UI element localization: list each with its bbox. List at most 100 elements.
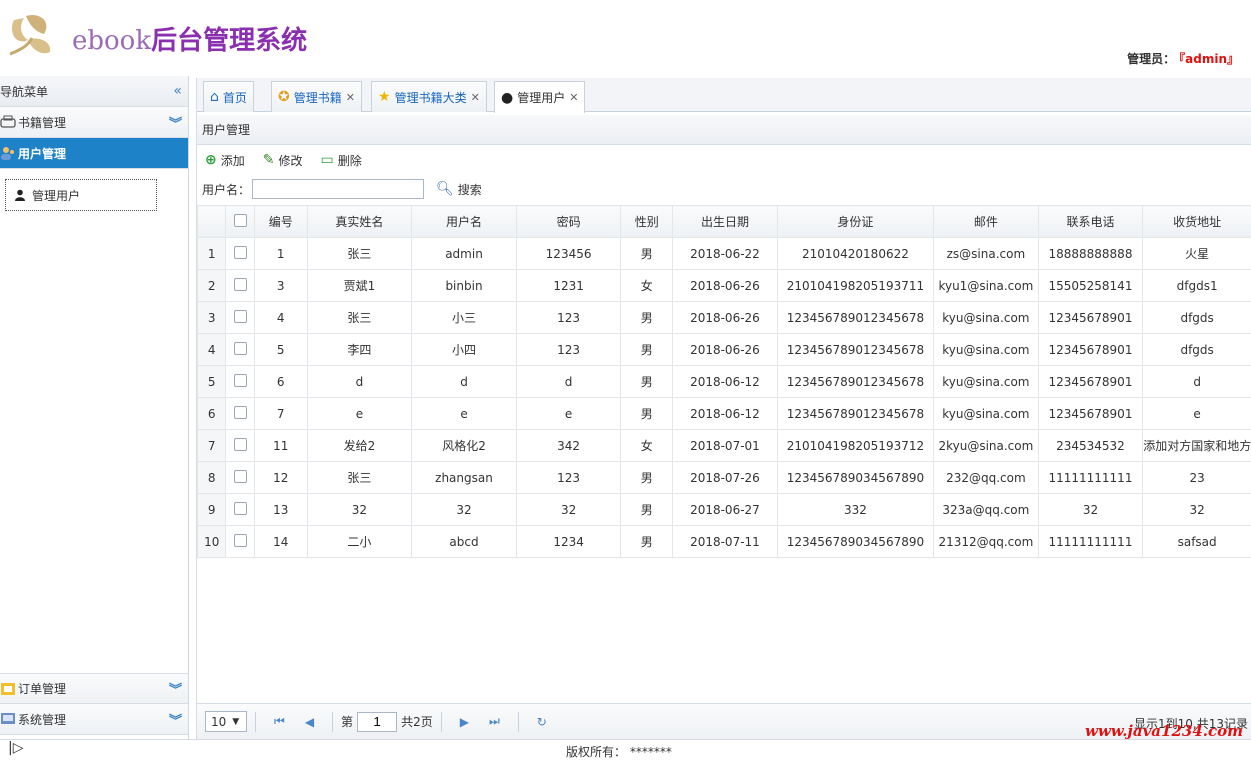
tab-manage-books[interactable]: ✪ 管理书籍 ✕ [271, 81, 362, 112]
table-row[interactable]: 711发给2风格化2342女2018-07-012101041982051937… [198, 430, 1251, 462]
table-cell: e [516, 398, 621, 430]
first-page-button[interactable]: ⏮ [274, 714, 285, 729]
table-row[interactable]: 812张三zhangsan123男2018-07-261234567890345… [198, 462, 1251, 494]
close-icon[interactable]: ✕ [569, 91, 578, 104]
table-cell: 2018-06-12 [673, 398, 778, 430]
search-button[interactable]: 🔍︎ 搜索 [436, 181, 482, 198]
table-cell: 23 [1143, 462, 1251, 494]
sidebar-group-users[interactable]: 用户管理 [0, 138, 188, 169]
admin-name[interactable]: 『admin』 [1179, 52, 1239, 66]
tab-manage-users[interactable]: ● 管理用户 ✕ [494, 81, 585, 113]
column-header[interactable]: 联系电话 [1038, 206, 1143, 238]
chevron-down-icon: ︾ [169, 113, 182, 132]
sidebar-group-books[interactable]: 书籍管理 ︾ [0, 107, 188, 138]
app-title-en: ebook [72, 26, 151, 56]
collapse-left-icon[interactable]: « [173, 83, 182, 99]
column-header[interactable]: 性别 [621, 206, 673, 238]
printer-icon [0, 115, 16, 129]
row-checkbox[interactable] [226, 302, 254, 334]
row-checkbox[interactable] [226, 366, 254, 398]
edit-button[interactable]: ✎ 修改 [263, 152, 303, 169]
table-cell: 32 [412, 494, 517, 526]
toolbar: ⊕ 添加 ✎ 修改 ▭ 删除 [197, 145, 1251, 175]
expand-panel-icon[interactable]: |▷ [8, 740, 23, 756]
row-checkbox[interactable] [226, 334, 254, 366]
current-page-input[interactable] [357, 712, 397, 732]
row-number: 10 [198, 526, 226, 558]
row-number: 7 [198, 430, 226, 462]
close-icon[interactable]: ✕ [346, 91, 355, 104]
delete-button[interactable]: ▭ 删除 [321, 152, 362, 169]
table-cell: 234534532 [1038, 430, 1143, 462]
table-cell: 11 [254, 430, 307, 462]
sidebar-group-label: 订单管理 [18, 680, 169, 697]
table-row[interactable]: 45李四小四123男2018-06-26123456789012345678ky… [198, 334, 1251, 366]
close-icon[interactable]: ✕ [471, 91, 480, 104]
table-row[interactable]: 56ddd男2018-06-12123456789012345678kyu@si… [198, 366, 1251, 398]
select-all-checkbox[interactable] [226, 206, 254, 238]
star-icon: ★ [378, 89, 391, 105]
row-checkbox[interactable] [226, 462, 254, 494]
table-cell: e [1143, 398, 1251, 430]
table-cell: 2018-06-26 [673, 334, 778, 366]
row-checkbox[interactable] [226, 270, 254, 302]
next-page-button[interactable]: ▶ [460, 715, 469, 729]
column-header[interactable]: 密码 [516, 206, 621, 238]
search-icon: 🔍︎ [436, 181, 454, 197]
table-row[interactable]: 11张三admin123456男2018-06-2221010420180622… [198, 238, 1251, 270]
table-cell: d [516, 366, 621, 398]
sidebar: 导航菜单 « 书籍管理 ︾ 用户管理 管理用户 订单管理 ︾ 系统管理 ︾ [0, 76, 189, 739]
column-header[interactable]: 用户名 [412, 206, 517, 238]
page-prefix-label: 第 [341, 713, 353, 730]
table-cell: 11111111111 [1038, 462, 1143, 494]
table-row[interactable]: 913323232男2018-06-27332323a@qq.com3232 [198, 494, 1251, 526]
row-checkbox[interactable] [226, 494, 254, 526]
sidebar-item-manage-users[interactable]: 管理用户 [5, 179, 157, 211]
page-size-select[interactable]: 10 ▼ [205, 711, 247, 732]
total-pages-label: 共2页 [401, 713, 433, 730]
username-search-input[interactable] [252, 179, 424, 199]
table-cell: 贾斌1 [307, 270, 412, 302]
table-row[interactable]: 1014二小abcd1234男2018-07-11123456789034567… [198, 526, 1251, 558]
user-icon [14, 189, 26, 201]
tab-label: 首页 [223, 89, 247, 106]
divider [518, 712, 519, 732]
table-cell: 123 [516, 462, 621, 494]
row-checkbox[interactable] [226, 526, 254, 558]
row-checkbox[interactable] [226, 430, 254, 462]
table-row[interactable]: 23贾斌1binbin1231女2018-06-2621010419820519… [198, 270, 1251, 302]
caret-down-icon: ▼ [232, 717, 239, 727]
column-header[interactable]: 真实姓名 [307, 206, 412, 238]
table-cell: 12345678901 [1038, 302, 1143, 334]
tab-label: 管理书籍大类 [395, 89, 467, 106]
column-header[interactable]: 邮件 [934, 206, 1039, 238]
prev-page-button[interactable]: ◀ [305, 715, 314, 729]
table-cell: 123456789012345678 [777, 366, 933, 398]
table-cell: admin [412, 238, 517, 270]
search-row: 用户名： 🔍︎ 搜索 [197, 175, 1251, 203]
table-row[interactable]: 34张三小三123男2018-06-26123456789012345678ky… [198, 302, 1251, 334]
refresh-icon[interactable]: ↻ [537, 715, 547, 729]
tab-home[interactable]: ⌂ 首页 [203, 81, 254, 112]
sidebar-group-orders[interactable]: 订单管理 ︾ [0, 673, 188, 704]
column-header[interactable]: 收货地址 [1143, 206, 1251, 238]
row-checkbox[interactable] [226, 238, 254, 270]
sidebar-group-system[interactable]: 系统管理 ︾ [0, 704, 188, 735]
row-checkbox[interactable] [226, 398, 254, 430]
tab-manage-book-categories[interactable]: ★ 管理书籍大类 ✕ [371, 81, 487, 112]
remove-icon: ▭ [321, 152, 334, 168]
table-cell: 男 [621, 238, 673, 270]
column-header[interactable]: 身份证 [777, 206, 933, 238]
add-button[interactable]: ⊕ 添加 [205, 152, 245, 169]
table-cell: 女 [621, 430, 673, 462]
column-header[interactable]: 出生日期 [673, 206, 778, 238]
last-page-button[interactable]: ⏭ [489, 714, 500, 729]
table-cell: 14 [254, 526, 307, 558]
table-cell: kyu@sina.com [934, 398, 1039, 430]
table-row[interactable]: 67eee男2018-06-12123456789012345678kyu@si… [198, 398, 1251, 430]
butterfly-logo-icon [6, 10, 58, 58]
sidebar-group-label: 书籍管理 [18, 114, 169, 131]
column-header[interactable]: 编号 [254, 206, 307, 238]
table-cell: 2018-06-12 [673, 366, 778, 398]
row-number-header [198, 206, 226, 238]
